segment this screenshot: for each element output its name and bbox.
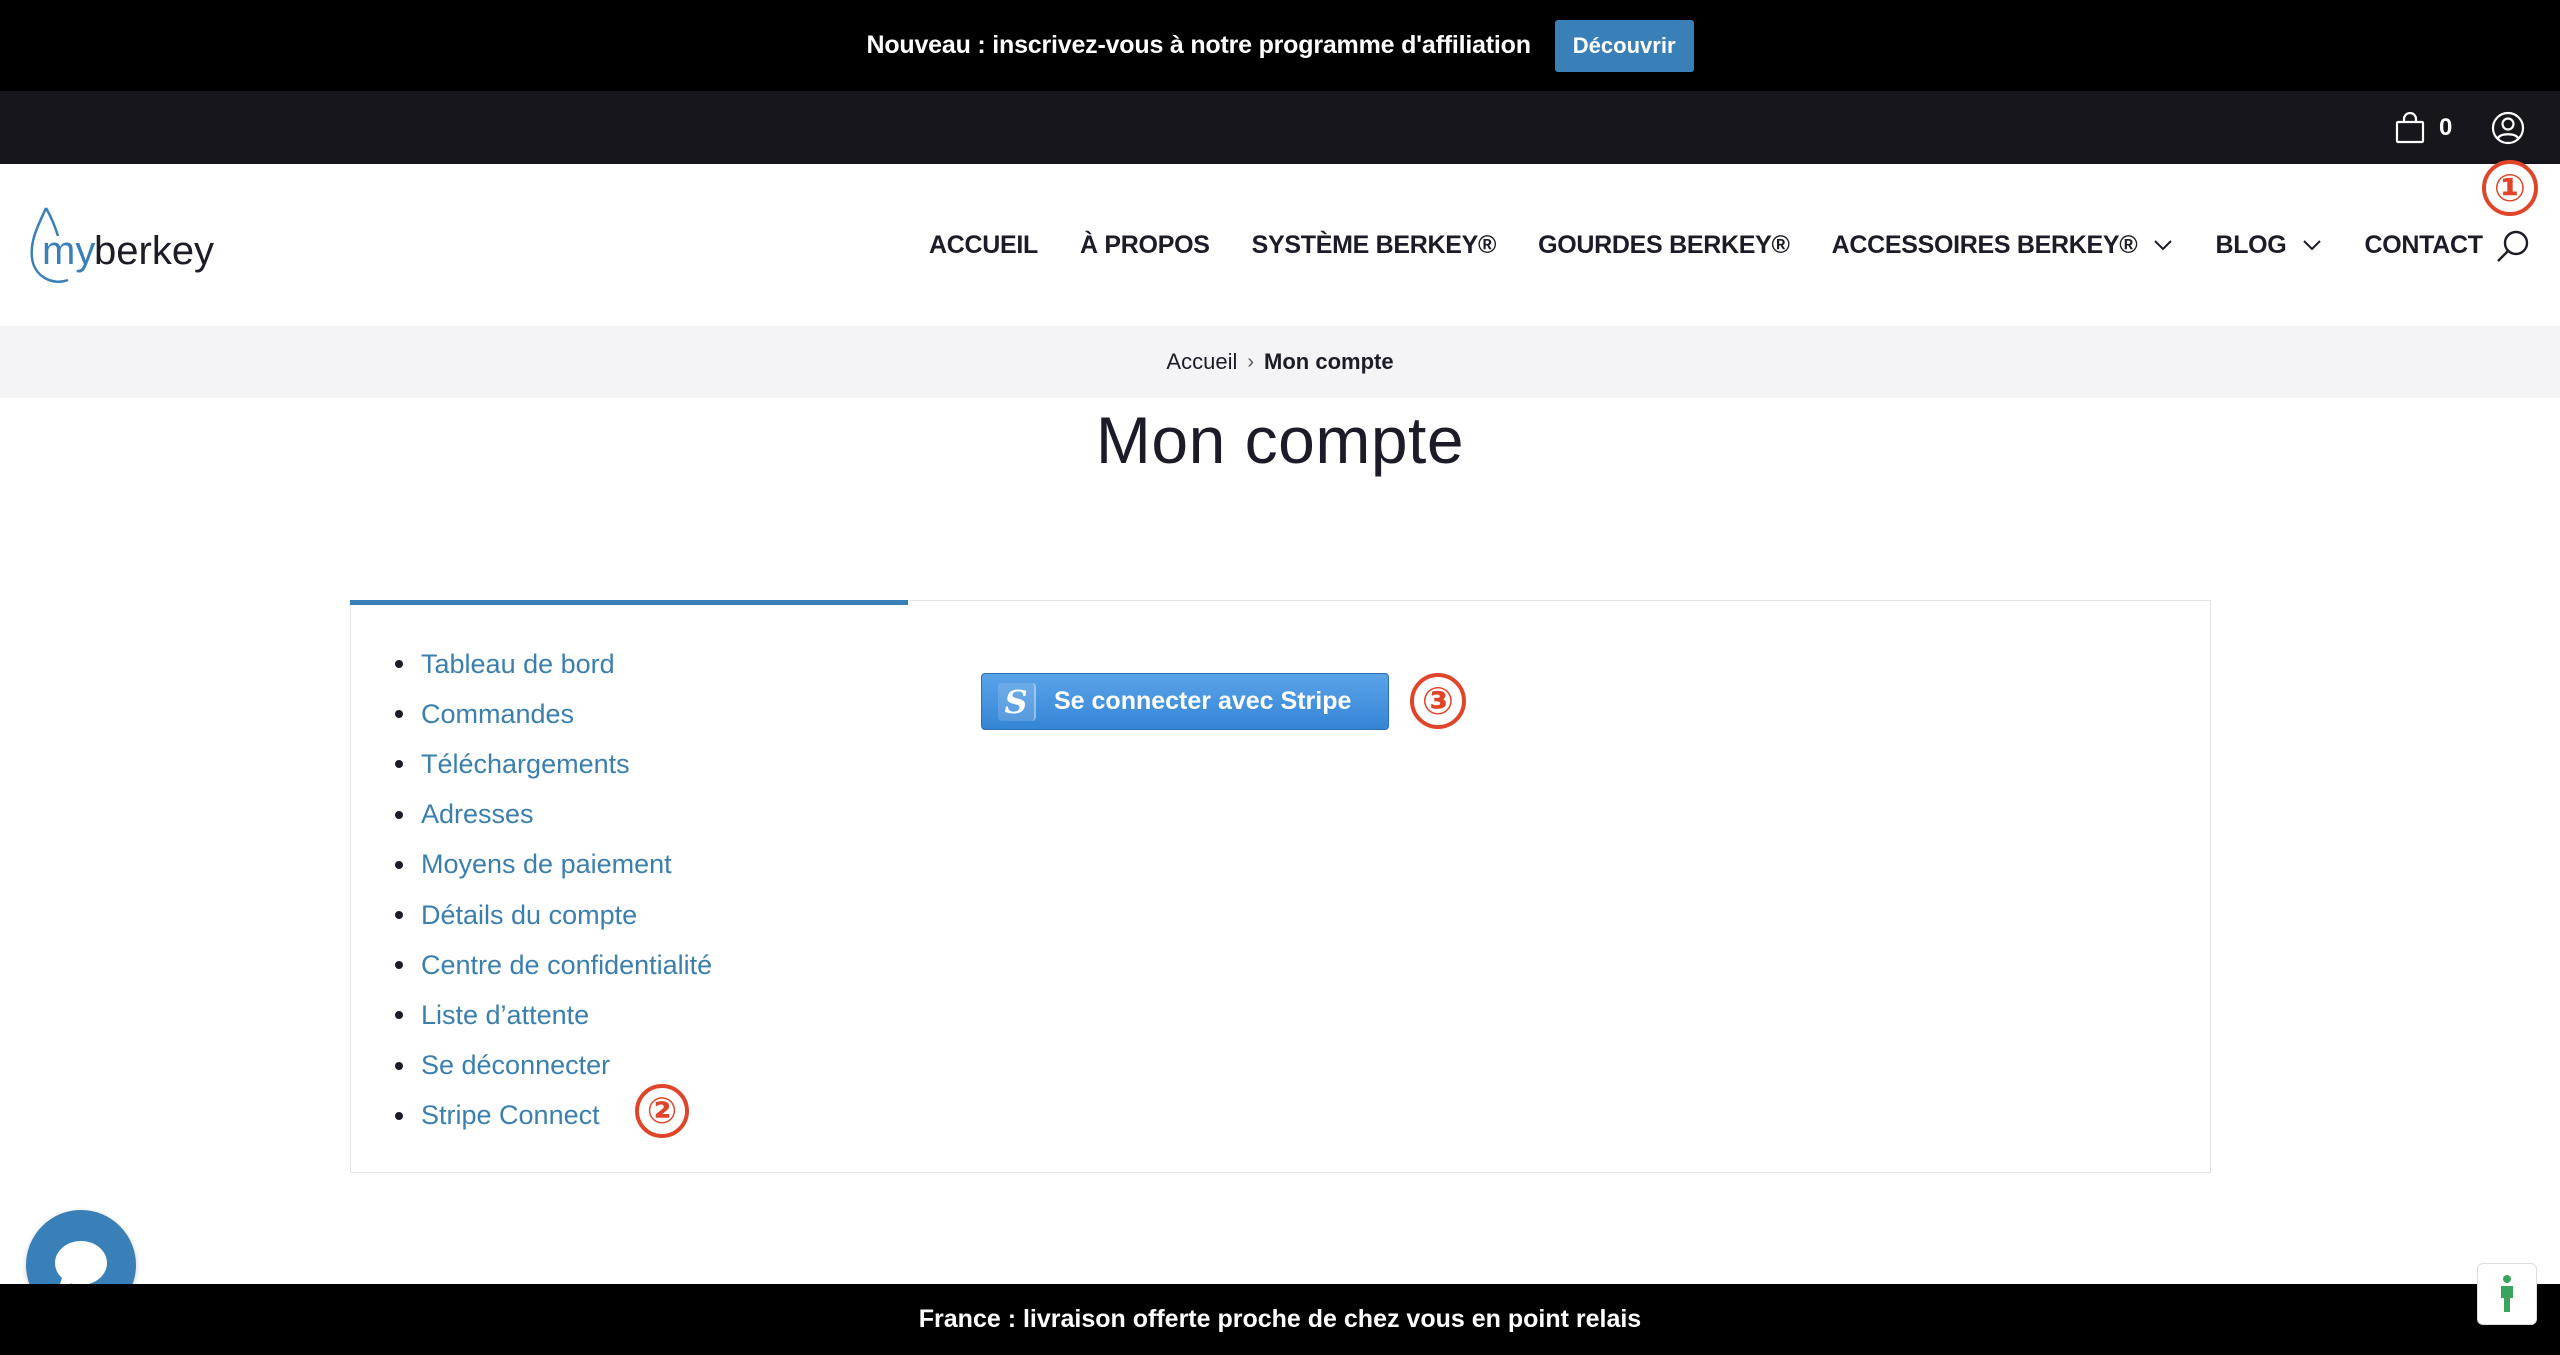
breadcrumb-separator: › <box>1247 350 1255 373</box>
account-nav-item-privacy-center[interactable]: Centre de confidentialité <box>395 940 712 990</box>
account-panel: Tableau de bord Commandes Téléchargement… <box>350 600 2211 1173</box>
discover-button[interactable]: Découvrir <box>1554 19 1694 72</box>
account-nav-item-downloads[interactable]: Téléchargements <box>395 739 712 789</box>
stripe-connect-button[interactable]: S Se connecter avec Stripe <box>981 673 1389 730</box>
site-header: my berkey ACCUEIL À PROPOS SYSTÈME BERKE… <box>0 164 2560 326</box>
stripe-button-label: Se connecter avec Stripe <box>1054 687 1352 715</box>
footer-bar: France : livraison offerte proche de che… <box>0 1284 2560 1355</box>
page: Nouveau : inscrivez-vous à notre program… <box>0 0 2560 1355</box>
account-nav-item-waitlist[interactable]: Liste d’attente <box>395 990 712 1040</box>
annotation-marker-3: ③ <box>1410 673 1466 729</box>
account-nav-link[interactable]: Stripe Connect <box>421 1100 600 1131</box>
account-nav-active-indicator <box>350 600 908 605</box>
account-nav-item-account-details[interactable]: Détails du compte <box>395 890 712 940</box>
user-icon[interactable] <box>2491 111 2525 145</box>
nav-item-blog[interactable]: BLOG <box>2215 231 2322 260</box>
bullet <box>395 760 403 769</box>
account-nav-link[interactable]: Téléchargements <box>421 749 630 780</box>
chevron-down-icon <box>2303 240 2322 251</box>
account-nav-item-dashboard[interactable]: Tableau de bord <box>395 639 712 689</box>
account-nav-link[interactable]: Centre de confidentialité <box>421 950 712 981</box>
nav-item-accessoires-berkey[interactable]: ACCESSOIRES BERKEY® <box>1832 231 2174 260</box>
account-nav-item-orders[interactable]: Commandes <box>395 689 712 739</box>
chevron-down-icon <box>2154 240 2173 251</box>
nav-item-systeme-berkey[interactable]: SYSTÈME BERKEY® <box>1252 231 1497 260</box>
nav-label: À PROPOS <box>1080 230 1210 259</box>
cart-button[interactable]: 0 <box>2395 111 2452 145</box>
main-nav: ACCUEIL À PROPOS SYSTÈME BERKEY® GOURDES… <box>929 164 2483 326</box>
svg-text:berkey: berkey <box>94 229 214 273</box>
nav-item-a-propos[interactable]: À PROPOS <box>1080 231 1210 260</box>
account-nav-link[interactable]: Tableau de bord <box>421 649 615 680</box>
nav-label: BLOG <box>2215 230 2287 259</box>
cart-count: 0 <box>2439 114 2453 141</box>
breadcrumb: Accueil › Mon compte <box>0 326 2560 398</box>
announcement-text: Nouveau : inscrivez-vous à notre program… <box>866 31 1531 59</box>
bullet <box>395 911 403 920</box>
account-nav-link[interactable]: Se déconnecter <box>421 1050 610 1081</box>
annotation-marker-1: ① <box>2482 160 2538 216</box>
bullet <box>395 1061 403 1070</box>
nav-item-gourdes-berkey[interactable]: GOURDES BERKEY® <box>1538 230 1790 260</box>
stripe-icon: S <box>998 682 1036 721</box>
svg-text:my: my <box>42 229 95 273</box>
nav-label: CONTACT <box>2364 230 2483 259</box>
utility-bar: 0 <box>0 91 2560 164</box>
nav-label: ACCESSOIRES BERKEY® <box>1831 230 2138 259</box>
breadcrumb-current: Mon compte <box>1264 349 1394 374</box>
footer-text: France : livraison offerte proche de che… <box>918 1305 1642 1333</box>
nav-label: SYSTÈME BERKEY® <box>1251 230 1497 259</box>
nav-item-accueil[interactable]: ACCUEIL <box>929 231 1038 260</box>
nav-label: GOURDES BERKEY® <box>1538 230 1790 259</box>
bullet <box>395 860 403 869</box>
account-nav-item-addresses[interactable]: Adresses <box>395 790 712 840</box>
bullet <box>395 660 403 669</box>
bullet <box>395 1011 403 1020</box>
account-nav-link[interactable]: Moyens de paiement <box>421 849 672 880</box>
nav-item-contact[interactable]: CONTACT <box>2364 230 2483 260</box>
bullet <box>395 710 403 719</box>
bullet <box>395 961 403 970</box>
search-icon[interactable] <box>2495 228 2531 264</box>
myberkey-logo[interactable]: my berkey <box>28 200 223 288</box>
page-title: Mon compte <box>1095 403 1465 477</box>
account-nav-link[interactable]: Adresses <box>421 799 534 830</box>
breadcrumb-home[interactable]: Accueil <box>1166 349 1237 375</box>
account-nav-item-payment-methods[interactable]: Moyens de paiement <box>395 840 712 890</box>
bullet <box>395 1111 403 1120</box>
bullet <box>395 810 403 819</box>
account-nav-link[interactable]: Commandes <box>421 699 574 730</box>
account-navigation: Tableau de bord Commandes Téléchargement… <box>395 639 712 1141</box>
accessibility-button[interactable] <box>2477 1263 2537 1325</box>
accessibility-icon <box>2501 1275 2513 1312</box>
nav-label: ACCUEIL <box>929 230 1039 259</box>
announcement-bar: Nouveau : inscrivez-vous à notre program… <box>0 0 2560 91</box>
account-nav-link[interactable]: Liste d’attente <box>421 1000 589 1031</box>
annotation-marker-2: ② <box>635 1084 689 1138</box>
account-nav-link[interactable]: Détails du compte <box>421 900 637 931</box>
cart-icon <box>2395 112 2425 144</box>
